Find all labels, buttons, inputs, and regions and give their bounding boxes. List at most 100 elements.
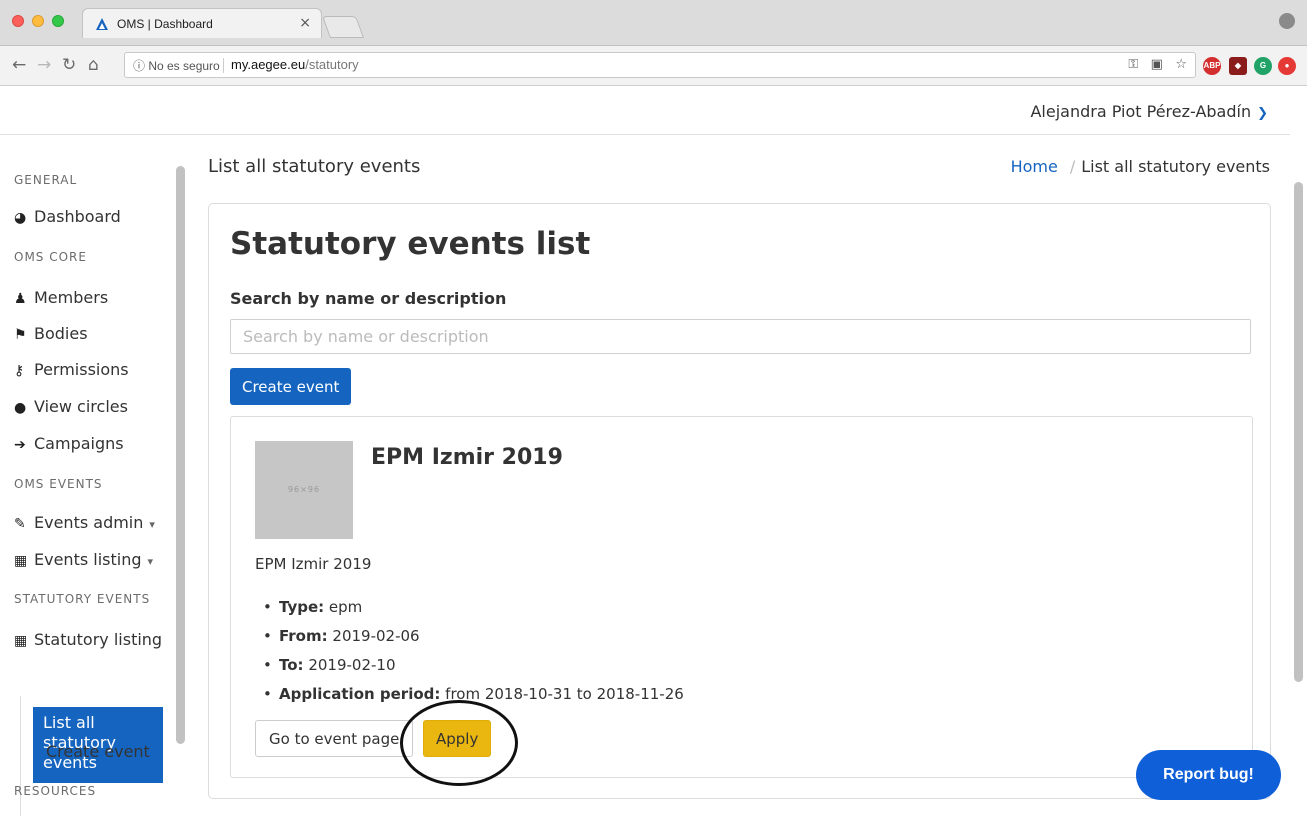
sidebar-heading-resources: RESOURCES [14, 784, 97, 798]
ghostery-extension-icon[interactable]: ◆ [1229, 57, 1247, 75]
page-scrollbar[interactable] [1294, 182, 1303, 682]
breadcrumb-current: List all statutory events [1081, 157, 1270, 176]
detail-label: To: [279, 656, 304, 674]
sidebar-item-members[interactable]: ♟ Members [14, 288, 108, 307]
event-thumbnail: 96×96 [255, 441, 353, 539]
detail-label: Type: [279, 598, 325, 616]
event-detail-type: • Type: epm [255, 593, 684, 622]
sidebar-item-bodies[interactable]: ⚑ Bodies [14, 324, 88, 343]
app-topbar: Alejandra Piot Pérez-Abadín ❯ [0, 87, 1290, 135]
key-icon: ⚷ [14, 363, 25, 379]
sidebar-item-label: Statutory listing [34, 630, 163, 649]
event-description: EPM Izmir 2019 [255, 555, 372, 573]
sidebar-item-campaigns[interactable]: ➔ Campaigns [14, 434, 124, 453]
omnibox-separator [223, 58, 224, 73]
reload-icon[interactable]: ↻ [62, 55, 76, 75]
event-title: EPM Izmir 2019 [371, 445, 563, 470]
chevron-down-icon: ▾ [149, 518, 155, 531]
chevron-down-icon: ❯ [1257, 106, 1268, 121]
browser-tab-bar: OMS | Dashboard × [0, 0, 1307, 46]
sign-in-icon: ➔ [14, 437, 26, 453]
search-input[interactable] [230, 319, 1251, 354]
breadcrumb-separator: / [1069, 157, 1076, 176]
sidebar-item-label: Members [34, 288, 109, 307]
sidebar-subitem-create-event[interactable]: Create event [46, 742, 150, 761]
sidebar-item-permissions[interactable]: ⚷ Permissions [14, 360, 129, 379]
sidebar-heading-events: OMS EVENTS [14, 477, 103, 491]
translate-icon[interactable]: ▣ [1151, 57, 1163, 72]
profile-icon[interactable] [1279, 13, 1295, 29]
user-name: Alejandra Piot Pérez-Abadín [1030, 102, 1252, 121]
page-title: List all statutory events [208, 156, 421, 177]
circle-icon: ● [14, 400, 27, 416]
url-text[interactable]: my.aegee.eu/statutory [231, 57, 359, 72]
flag-icon: ⚑ [14, 327, 27, 343]
key-icon[interactable]: ⚿ [1128, 57, 1138, 72]
detail-label: From: [279, 627, 328, 645]
sidebar-item-events-admin[interactable]: ✎ Events admin ▾ [14, 513, 155, 532]
sidebar: GENERAL ◕ Dashboard OMS CORE ♟ Members ⚑ Bo… [0, 136, 174, 816]
search-label: Search by name or description [230, 289, 507, 308]
bullet-icon: • [263, 598, 272, 616]
url-host: my.aegee.eu [231, 57, 306, 72]
go-to-event-page-button[interactable]: Go to event page [255, 720, 414, 757]
sidebar-item-label: Dashboard [34, 207, 121, 226]
tab-title: OMS | Dashboard [117, 17, 213, 31]
sidebar-scrollbar[interactable] [176, 166, 185, 744]
adblock-extension-icon[interactable]: ABP [1203, 57, 1221, 75]
grammarly-extension-icon[interactable]: G [1254, 57, 1272, 75]
detail-value: epm [328, 598, 363, 616]
dashboard-icon: ◕ [14, 210, 27, 226]
highlight-circle-annotation [400, 700, 518, 786]
detail-value: from 2018-10-31 to 2018-11-26 [445, 685, 684, 703]
bookmark-star-icon[interactable]: ☆ [1175, 57, 1187, 72]
sidebar-heading-general: GENERAL [14, 173, 78, 187]
forward-icon[interactable]: → [37, 55, 51, 75]
sidebar-item-view-circles[interactable]: ● View circles [14, 397, 128, 416]
card-title: Statutory events list [230, 226, 591, 262]
event-details: • Type: epm • From: 2019-02-06 • To: 2019-0… [255, 593, 684, 709]
security-indicator[interactable]: ⓘ No es seguro [133, 57, 220, 74]
sidebar-item-statutory-listing[interactable]: ▦ Statutory listing [14, 630, 162, 649]
home-icon[interactable]: ⌂ [88, 55, 99, 75]
calendar-icon: ▦ [14, 633, 28, 649]
sidebar-item-label: View circles [34, 397, 128, 416]
bullet-icon: • [263, 685, 272, 703]
breadcrumb: Home / List all statutory events [1011, 157, 1270, 176]
event-detail-to: • To: 2019-02-10 [255, 651, 684, 680]
sidebar-item-dashboard[interactable]: ◕ Dashboard [14, 207, 121, 226]
sidebar-item-label: Bodies [34, 324, 88, 343]
report-bug-button[interactable]: Report bug! [1136, 750, 1281, 800]
tab-close-icon[interactable]: × [299, 15, 311, 31]
event-item: 96×96 EPM Izmir 2019 EPM Izmir 2019 • Typ… [230, 416, 1253, 778]
aegee-logo-icon [96, 18, 108, 30]
user-icon: ♟ [14, 291, 27, 307]
event-detail-from: • From: 2019-02-06 [255, 622, 684, 651]
sidebar-item-label: Events admin [34, 513, 144, 532]
sidebar-item-label: Campaigns [34, 434, 124, 453]
user-menu[interactable]: Alejandra Piot Pérez-Abadín ❯ [1030, 102, 1268, 121]
new-tab-button[interactable] [321, 16, 365, 38]
back-icon[interactable]: ← [12, 55, 26, 75]
sidebar-heading-statutory: STATUTORY EVENTS [14, 592, 151, 606]
sidebar-item-label: Permissions [34, 360, 129, 379]
zoom-window-button[interactable] [52, 15, 64, 27]
sidebar-item-label: Events listing [34, 550, 142, 569]
omnibox-icons: ⚿ ▣ ☆ [1128, 57, 1187, 72]
create-event-button[interactable]: Create event [230, 368, 352, 405]
breadcrumb-home[interactable]: Home [1011, 157, 1058, 176]
browser-tab[interactable]: OMS | Dashboard × [82, 8, 322, 38]
url-path: /statutory [305, 57, 359, 72]
wrench-icon: ✎ [14, 516, 26, 532]
detail-value: 2019-02-10 [308, 656, 396, 674]
sidebar-item-events-listing[interactable]: ▦ Events listing ▾ [14, 550, 153, 569]
minimize-window-button[interactable] [32, 15, 44, 27]
submenu-line [20, 696, 21, 816]
bullet-icon: • [263, 627, 272, 645]
address-bar[interactable]: ⓘ No es seguro my.aegee.eu/statutory ⚿ ▣… [124, 52, 1196, 78]
sidebar-heading-core: OMS CORE [14, 250, 87, 264]
close-window-button[interactable] [12, 15, 24, 27]
detail-label: Application period: [279, 685, 441, 703]
extension-icon[interactable]: ● [1278, 57, 1296, 75]
app-page: Alejandra Piot Pérez-Abadín ❯ GENERAL ◕ Da… [0, 87, 1307, 816]
